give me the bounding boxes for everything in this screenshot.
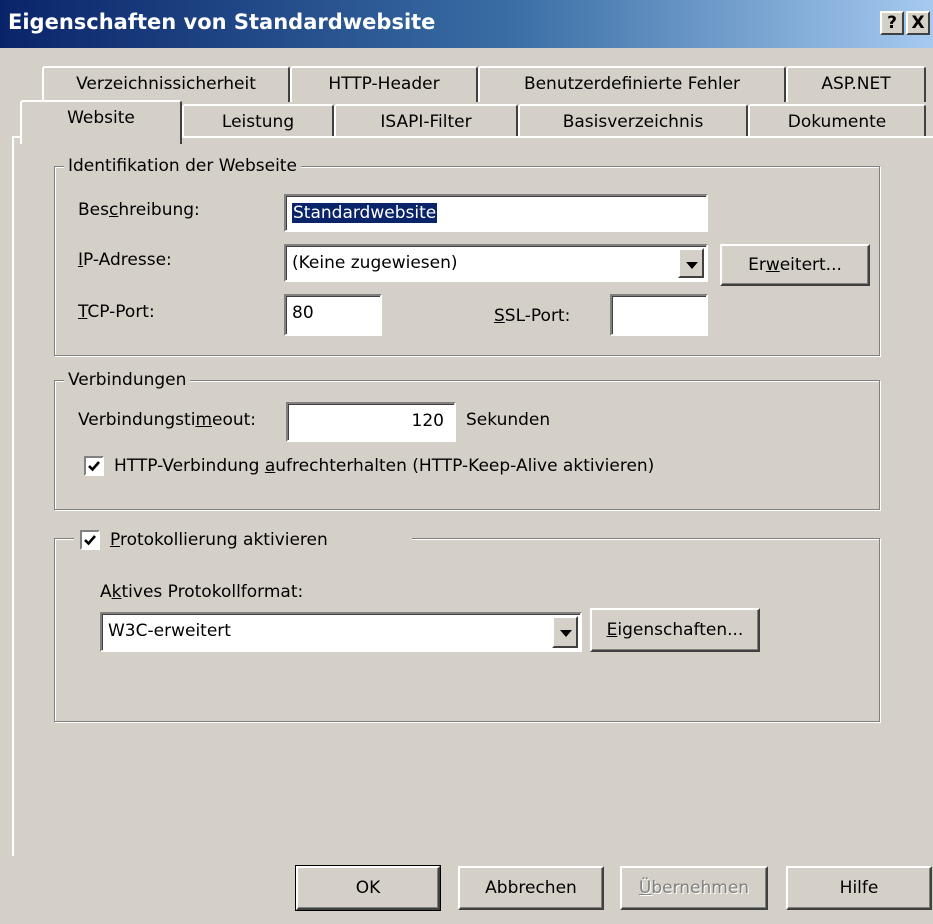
logging-checkbox[interactable] — [80, 530, 100, 550]
ok-button[interactable]: OK — [295, 865, 441, 911]
timeout-label: Verbindungstimeout: — [78, 410, 257, 430]
tcp-port-input[interactable]: 80 — [284, 294, 382, 336]
keepalive-label[interactable]: HTTP-Verbindung aufrechterhalten (HTTP-K… — [114, 456, 654, 476]
connections-legend: Verbindungen — [64, 370, 191, 390]
title-bar[interactable]: Eigenschaften von Standardwebsite ? X — [0, 0, 933, 48]
window-title: Eigenschaften von Standardwebsite — [8, 10, 436, 34]
tab-verzeichnissicherheit[interactable]: Verzeichnissicherheit — [42, 66, 290, 102]
checkmark-icon — [88, 461, 100, 472]
log-format-select[interactable]: W3C-erweitert — [100, 612, 582, 652]
timeout-unit: Sekunden — [466, 410, 551, 430]
ip-address-label: IP-Adresse: — [78, 250, 172, 270]
apply-button[interactable]: Übernehmen — [620, 866, 768, 910]
properties-dialog: Eigenschaften von Standardwebsite ? X Ve… — [0, 0, 933, 924]
help-button[interactable]: Hilfe — [786, 866, 932, 910]
identification-legend: Identifikation der Webseite — [64, 156, 301, 176]
help-icon[interactable]: ? — [880, 11, 904, 35]
log-format-label: Aktives Protokollformat: — [100, 582, 304, 602]
tab-leistung[interactable]: Leistung — [182, 104, 334, 140]
description-label: Beschreibung: — [78, 200, 200, 220]
tab-benutzerdefinierte-fehler[interactable]: Benutzerdefinierte Fehler — [478, 66, 786, 102]
keepalive-checkbox[interactable] — [84, 456, 104, 476]
connections-group — [54, 380, 880, 510]
log-properties-button[interactable]: Eigenschaften... — [590, 608, 760, 652]
timeout-input[interactable]: 120 — [286, 402, 456, 442]
description-input[interactable]: Standardwebsite — [284, 194, 708, 232]
chevron-down-icon[interactable] — [552, 616, 578, 648]
advanced-button[interactable]: Erweitert... — [720, 244, 870, 286]
cancel-button[interactable]: Abbrechen — [458, 866, 604, 910]
tcp-port-label: TCP-Port: — [78, 302, 155, 322]
chevron-down-icon[interactable] — [678, 248, 704, 278]
close-icon[interactable]: X — [906, 11, 930, 35]
tab-dokumente[interactable]: Dokumente — [748, 104, 926, 140]
tab-basisverzeichnis[interactable]: Basisverzeichnis — [518, 104, 748, 140]
tab-website[interactable]: Website — [20, 100, 182, 144]
ssl-port-label: SSL-Port: — [494, 306, 571, 326]
tab-asp-net[interactable]: ASP.NET — [786, 66, 926, 102]
tab-isapi-filter[interactable]: ISAPI-Filter — [334, 104, 518, 140]
tab-http-header[interactable]: HTTP-Header — [290, 66, 478, 102]
logging-label[interactable]: Protokollierung aktivieren — [110, 530, 328, 550]
checkmark-icon — [84, 535, 96, 546]
ssl-port-input[interactable] — [610, 294, 708, 336]
ip-address-select[interactable]: (Keine zugewiesen) — [284, 244, 708, 282]
